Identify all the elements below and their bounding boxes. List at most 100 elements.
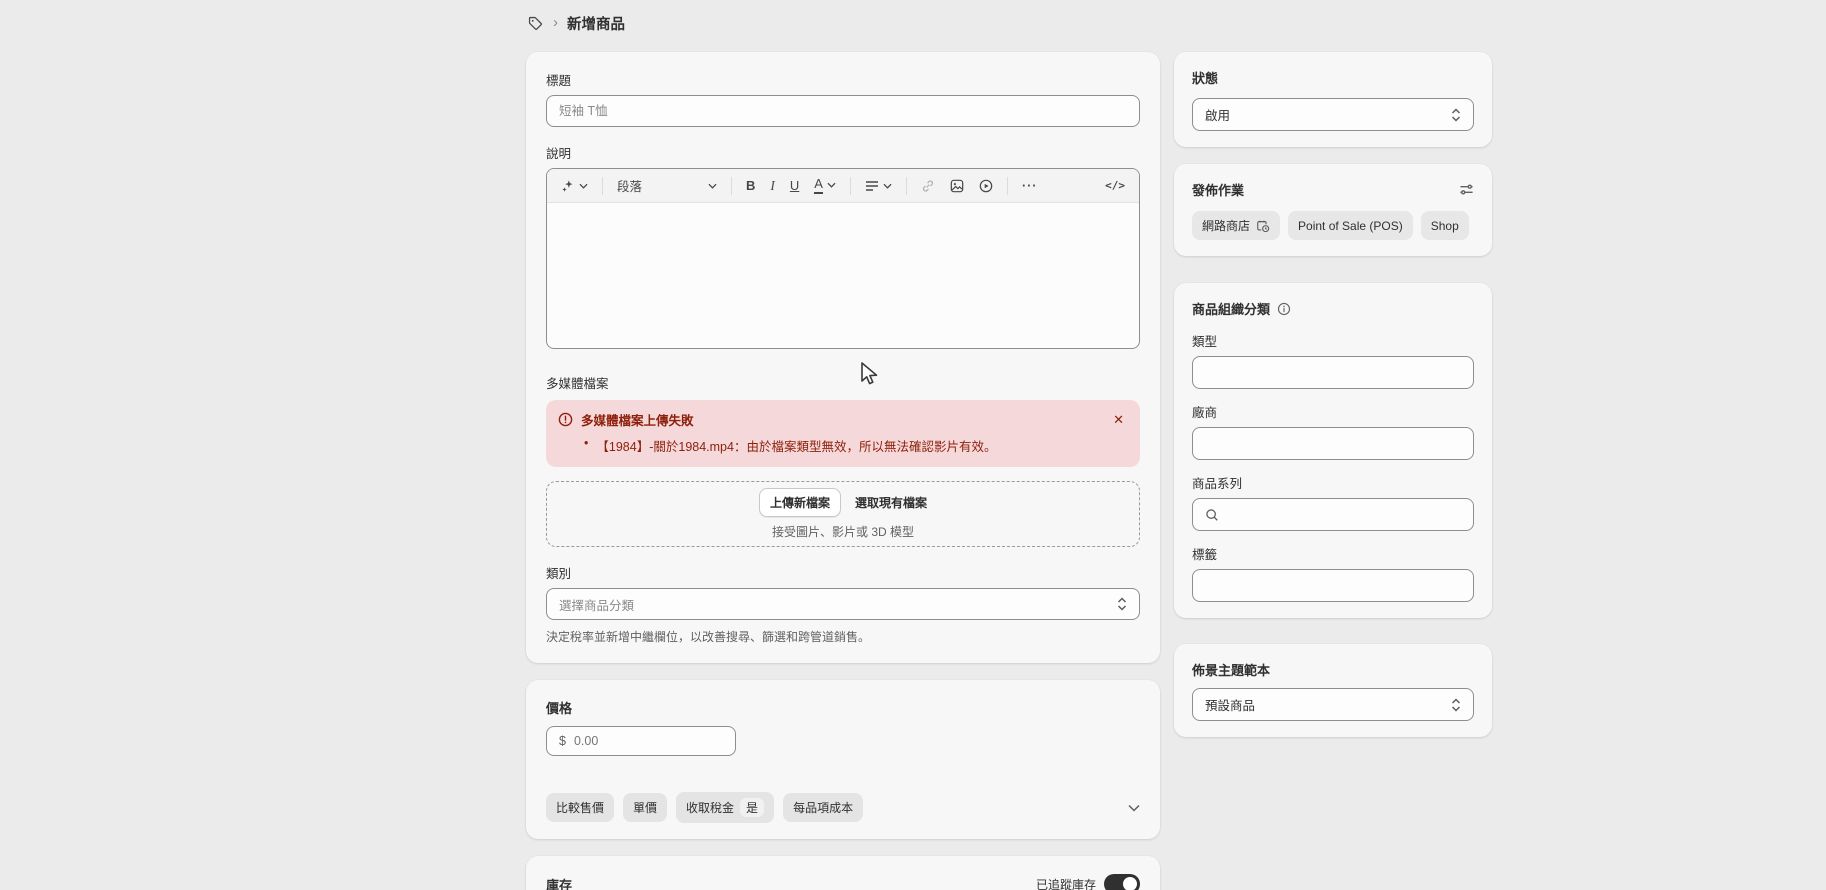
tags-label: 標籤: [1192, 544, 1474, 563]
description-editor: 段落 B I U A: [546, 168, 1140, 349]
unit-price-badge[interactable]: 單價: [623, 793, 667, 822]
vendor-field-group: 廠商: [1192, 402, 1474, 460]
dropzone-hint: 接受圖片、影片或 3D 模型: [772, 523, 914, 540]
category-help-text: 決定稅率並新增中繼欄位，以改善搜尋、篩選和跨管道銷售。: [546, 628, 1140, 645]
breadcrumb: › 新增商品: [527, 13, 625, 34]
product-details-card: 標題 說明 段落: [526, 52, 1160, 663]
error-banner-title: 多媒體檔案上傳失敗: [581, 410, 1101, 429]
toolbar-divider: [602, 177, 603, 195]
category-select[interactable]: 選擇商品分類: [546, 588, 1140, 620]
theme-template-value: 預設商品: [1205, 695, 1255, 714]
track-inventory-label: 已追蹤庫存: [1036, 876, 1096, 890]
channel-label: 網路商店: [1202, 217, 1250, 234]
text-color-label: A: [814, 177, 823, 193]
inventory-card: 庫存 已追蹤庫存: [526, 856, 1160, 890]
price-input[interactable]: [574, 734, 694, 748]
status-label: 狀態: [1192, 71, 1218, 86]
theme-template-select[interactable]: 預設商品: [1192, 688, 1474, 721]
video-icon[interactable]: [975, 176, 997, 196]
pricing-card: 價格 $ 比較售價 單價 收取稅金 是 每品項成本: [526, 680, 1160, 839]
channel-online-store[interactable]: 網路商店: [1192, 211, 1280, 240]
status-select[interactable]: 啟用: [1192, 98, 1474, 131]
error-banner-message: 【1984】-關於1984.mp4：由於檔案類型無效，所以無法確認影片有效。: [596, 436, 996, 455]
close-icon[interactable]: ✕: [1109, 412, 1128, 428]
description-label: 說明: [546, 143, 1140, 162]
theme-template-title: 佈景主題範本: [1192, 663, 1270, 678]
paragraph-style-label: 段落: [617, 176, 642, 195]
products-tag-icon[interactable]: [527, 15, 544, 32]
vendor-label: 廠商: [1192, 402, 1474, 421]
price-field[interactable]: $: [546, 726, 736, 756]
tags-field-group: 標籤: [1192, 544, 1474, 602]
page-title: 新增商品: [567, 13, 625, 34]
select-chevrons-icon: [1117, 597, 1127, 611]
sales-channels: 網路商店 Point of Sale (POS) Shop: [1192, 211, 1474, 240]
media-upload-error-banner: 多媒體檔案上傳失敗 ✕ • 【1984】-關於1984.mp4：由於檔案類型無效…: [546, 400, 1140, 467]
italic-button[interactable]: I: [766, 175, 779, 197]
alignment-button[interactable]: [861, 177, 896, 195]
upload-new-file-button[interactable]: 上傳新檔案: [759, 488, 841, 517]
currency-prefix: $: [559, 734, 566, 748]
organization-title: 商品組織分類: [1192, 299, 1270, 318]
select-chevrons-icon: [1451, 698, 1461, 712]
category-label: 類別: [546, 563, 1140, 582]
toolbar-divider: [731, 177, 732, 195]
status-card: 狀態 啟用: [1174, 52, 1492, 147]
channel-shop[interactable]: Shop: [1421, 211, 1469, 240]
tags-input[interactable]: [1192, 569, 1474, 602]
charge-tax-value: 是: [740, 798, 764, 817]
product-organization-card: 商品組織分類 類型 廠商 商品系列: [1174, 283, 1492, 618]
description-textarea[interactable]: [547, 203, 1139, 349]
inventory-title: 庫存: [546, 875, 572, 890]
cost-per-item-badge[interactable]: 每品項成本: [783, 793, 863, 822]
publishing-title: 發佈作業: [1192, 180, 1244, 199]
channel-label: Point of Sale (POS): [1298, 219, 1403, 233]
breadcrumb-separator-icon: ›: [553, 15, 558, 32]
publishing-card: 發佈作業 網路商店: [1174, 164, 1492, 256]
type-field-group: 類型: [1192, 331, 1474, 389]
charge-tax-label: 收取稅金: [686, 799, 734, 816]
collections-search-input[interactable]: [1192, 498, 1474, 531]
channel-pos[interactable]: Point of Sale (POS): [1288, 211, 1413, 240]
more-options-button[interactable]: ···: [1018, 176, 1042, 196]
title-input[interactable]: [546, 95, 1140, 127]
track-inventory-toggle[interactable]: [1104, 874, 1140, 890]
show-html-button[interactable]: </>: [1101, 176, 1129, 195]
new-product-page: › 新增商品 標題 說明: [0, 0, 1826, 890]
info-icon[interactable]: [1277, 302, 1291, 316]
type-input[interactable]: [1192, 356, 1474, 389]
media-dropzone[interactable]: 上傳新檔案 選取現有檔案 接受圖片、影片或 3D 模型: [546, 481, 1140, 547]
ai-magic-button[interactable]: [557, 176, 592, 196]
publishing-settings-icon[interactable]: [1459, 182, 1474, 197]
charge-tax-badge[interactable]: 收取稅金 是: [676, 792, 774, 823]
main-column: 標題 說明 段落: [526, 52, 1160, 890]
image-icon[interactable]: [946, 176, 968, 196]
select-existing-file-button[interactable]: 選取現有檔案: [855, 494, 927, 511]
status-value: 啟用: [1205, 105, 1230, 124]
vendor-input[interactable]: [1192, 427, 1474, 460]
bullet: •: [584, 436, 588, 455]
theme-template-card: 佈景主題範本 預設商品: [1174, 644, 1492, 737]
alert-circle-icon: [558, 412, 573, 427]
sidebar-column: 狀態 啟用 發佈作業 網路商店: [1174, 52, 1492, 737]
toolbar-divider: [850, 177, 851, 195]
category-placeholder: 選擇商品分類: [559, 595, 634, 614]
expand-pricing-chevron-icon[interactable]: [1128, 804, 1140, 812]
toolbar-divider: [906, 177, 907, 195]
compare-price-badge[interactable]: 比較售價: [546, 793, 614, 822]
pricing-options-row: 比較售價 單價 收取稅金 是 每品項成本: [546, 792, 1140, 823]
text-color-button[interactable]: A: [810, 174, 840, 196]
toggle-knob: [1123, 877, 1137, 890]
channel-label: Shop: [1431, 219, 1459, 233]
collections-label: 商品系列: [1192, 473, 1474, 492]
search-icon: [1205, 508, 1219, 522]
toolbar-divider: [1007, 177, 1008, 195]
type-label: 類型: [1192, 331, 1474, 350]
title-label: 標題: [546, 70, 1140, 89]
underline-button[interactable]: U: [786, 175, 803, 196]
schedule-calendar-icon: [1256, 219, 1270, 233]
link-icon[interactable]: [917, 176, 939, 196]
media-label: 多媒體檔案: [546, 373, 1140, 392]
paragraph-style-dropdown[interactable]: 段落: [613, 173, 721, 198]
bold-button[interactable]: B: [742, 175, 759, 196]
